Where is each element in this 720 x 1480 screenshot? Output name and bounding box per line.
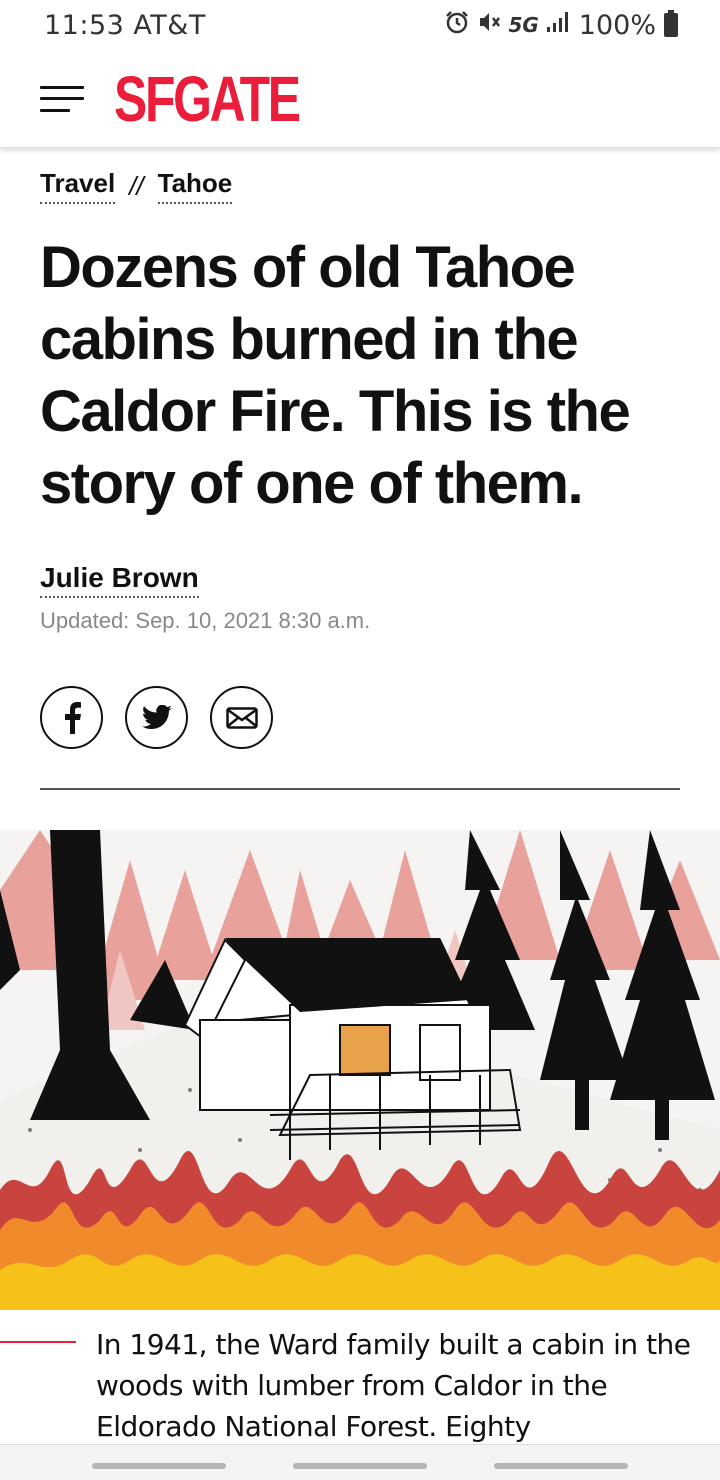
- hero-illustration: [0, 830, 720, 1310]
- site-header: SFGATE: [0, 50, 720, 148]
- status-right: 5G 100%: [444, 10, 678, 41]
- breadcrumb-travel[interactable]: Travel: [40, 168, 116, 204]
- byline-divider: [40, 788, 680, 790]
- nav-home-button[interactable]: [293, 1463, 427, 1469]
- nav-back-button[interactable]: [494, 1463, 628, 1469]
- sfgate-logo[interactable]: SFGATE: [114, 67, 301, 131]
- author-link[interactable]: Julie Brown: [40, 562, 199, 598]
- lead-accent-rule: [0, 1341, 76, 1343]
- breadcrumb-tahoe[interactable]: Tahoe: [157, 168, 233, 204]
- mute-icon: [476, 10, 502, 41]
- system-nav-bar: [0, 1444, 720, 1480]
- email-share-button[interactable]: [210, 686, 273, 749]
- battery-percent: 100%: [578, 9, 656, 41]
- status-time-carrier: 11:53 AT&T: [44, 9, 206, 41]
- breadcrumb: Travel // Tahoe: [40, 168, 233, 204]
- status-icons: 5G: [444, 10, 570, 41]
- updated-timestamp: Updated: Sep. 10, 2021 8:30 a.m.: [40, 608, 371, 633]
- menu-icon[interactable]: [40, 83, 84, 115]
- article-headline: Dozens of old Tahoe cabins burned in the…: [40, 235, 631, 516]
- alarm-icon: [444, 10, 470, 41]
- share-buttons: [40, 686, 273, 749]
- battery-icon: [664, 10, 678, 37]
- status-bar: 11:53 AT&T 5G 100%: [0, 0, 720, 50]
- facebook-icon: [64, 701, 81, 734]
- email-icon: [225, 706, 258, 729]
- nav-recent-button[interactable]: [92, 1463, 226, 1469]
- twitter-icon: [141, 704, 172, 729]
- signal-icon: [545, 10, 571, 41]
- facebook-share-button[interactable]: [40, 686, 103, 749]
- article-lead-paragraph: In 1941, the Ward family built a cabin i…: [96, 1328, 691, 1443]
- network-label: 5G: [508, 13, 539, 37]
- breadcrumb-separator: //: [129, 170, 144, 201]
- twitter-share-button[interactable]: [125, 686, 188, 749]
